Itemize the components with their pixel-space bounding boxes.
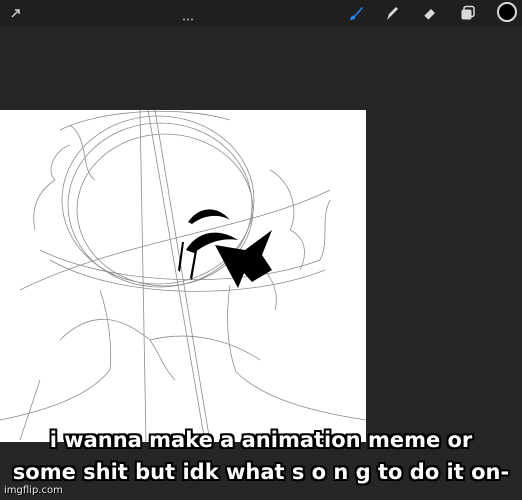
layers-icon[interactable] <box>458 3 478 23</box>
brush-icon[interactable] <box>346 3 366 23</box>
top-toolbar <box>0 0 522 26</box>
color-swatch[interactable] <box>497 2 517 22</box>
eraser-icon[interactable] <box>420 3 440 23</box>
caption-line-1: i wanna make a animation meme or <box>49 428 473 452</box>
drag-handle-icon[interactable] <box>182 6 194 21</box>
actions-icon[interactable] <box>6 3 26 23</box>
smudge-icon[interactable] <box>382 3 402 23</box>
sketch-drawing <box>0 109 367 443</box>
caption-line-2: some shit but idk what s o n g to do it … <box>12 460 510 484</box>
artboard[interactable] <box>0 109 367 443</box>
meme-caption: i wanna make a animation meme or some sh… <box>0 424 522 488</box>
watermark: imgflip.com <box>4 485 63 496</box>
